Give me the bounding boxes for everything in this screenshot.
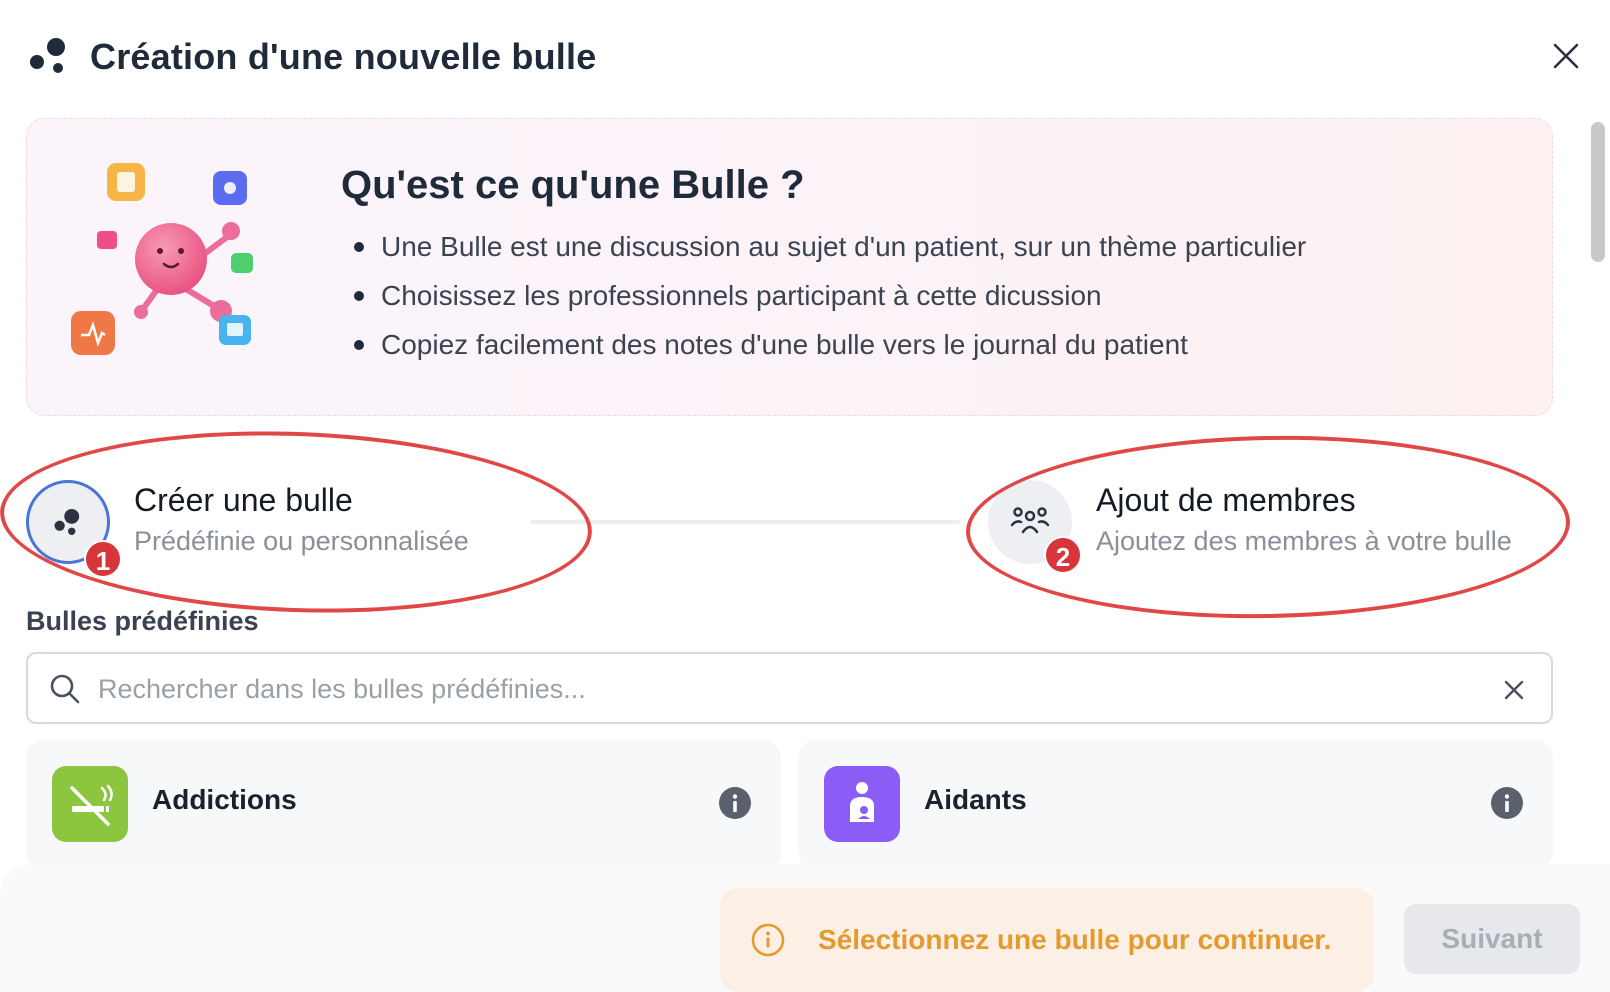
search-field[interactable] bbox=[26, 652, 1553, 724]
step-connector bbox=[530, 520, 960, 524]
caregiver-icon bbox=[824, 766, 900, 842]
step-add-members[interactable]: 2 Ajout de membres Ajoutez des membres à… bbox=[988, 480, 1568, 574]
dialog-title: Création d'une nouvelle bulle bbox=[90, 36, 597, 77]
bubble-name: Aidants bbox=[924, 784, 1027, 815]
info-circle-icon bbox=[751, 923, 785, 957]
intro-bullet: Choisissez les professionnels participan… bbox=[341, 276, 1306, 325]
step-create-bubble[interactable]: 1 Créer une bulle Prédéfinie ou personna… bbox=[26, 480, 546, 578]
bubble-illustration bbox=[71, 163, 253, 355]
section-label: Bulles prédéfinies bbox=[26, 606, 259, 636]
clear-icon[interactable] bbox=[1498, 674, 1530, 706]
bubble-card-aidants[interactable]: Aidants bbox=[798, 740, 1553, 870]
next-button[interactable]: Suivant bbox=[1404, 904, 1580, 974]
scrollbar[interactable] bbox=[1586, 118, 1608, 858]
scroll-thumb[interactable] bbox=[1591, 122, 1605, 262]
intro-card: Qu'est ce qu'une Bulle ? Une Bulle est u… bbox=[26, 118, 1553, 416]
info-icon[interactable] bbox=[1490, 786, 1524, 820]
no-smoking-icon bbox=[52, 766, 128, 842]
bubble-name: Addictions bbox=[152, 784, 297, 815]
intro-bullet: Une Bulle est une discussion au sujet d'… bbox=[341, 227, 1306, 276]
info-icon[interactable] bbox=[718, 786, 752, 820]
search-input[interactable] bbox=[98, 664, 1458, 714]
step-number-badge: 1 bbox=[84, 540, 122, 578]
intro-bullet-list: Une Bulle est une discussion au sujet d'… bbox=[341, 227, 1306, 374]
selection-warning: Sélectionnez une bulle pour continuer. bbox=[720, 888, 1374, 992]
intro-heading: Qu'est ce qu'une Bulle ? bbox=[341, 163, 805, 207]
dialog-header: Création d'une nouvelle bulle bbox=[0, 0, 1610, 112]
bubbles-logo-icon bbox=[30, 38, 65, 73]
step-title: Créer une bulle bbox=[134, 482, 353, 518]
step-title: Ajout de membres bbox=[1096, 482, 1356, 518]
close-icon[interactable] bbox=[1546, 36, 1586, 76]
bubble-card-addictions[interactable]: Addictions bbox=[26, 740, 781, 870]
step-number-badge: 2 bbox=[1044, 536, 1082, 574]
step-subtitle: Prédéfinie ou personnalisée bbox=[134, 526, 469, 556]
warning-text: Sélectionnez une bulle pour continuer. bbox=[818, 924, 1332, 955]
search-icon bbox=[50, 674, 80, 704]
intro-bullet: Copiez facilement des notes d'une bulle … bbox=[341, 325, 1306, 374]
step-subtitle: Ajoutez des membres à votre bulle bbox=[1096, 526, 1512, 556]
